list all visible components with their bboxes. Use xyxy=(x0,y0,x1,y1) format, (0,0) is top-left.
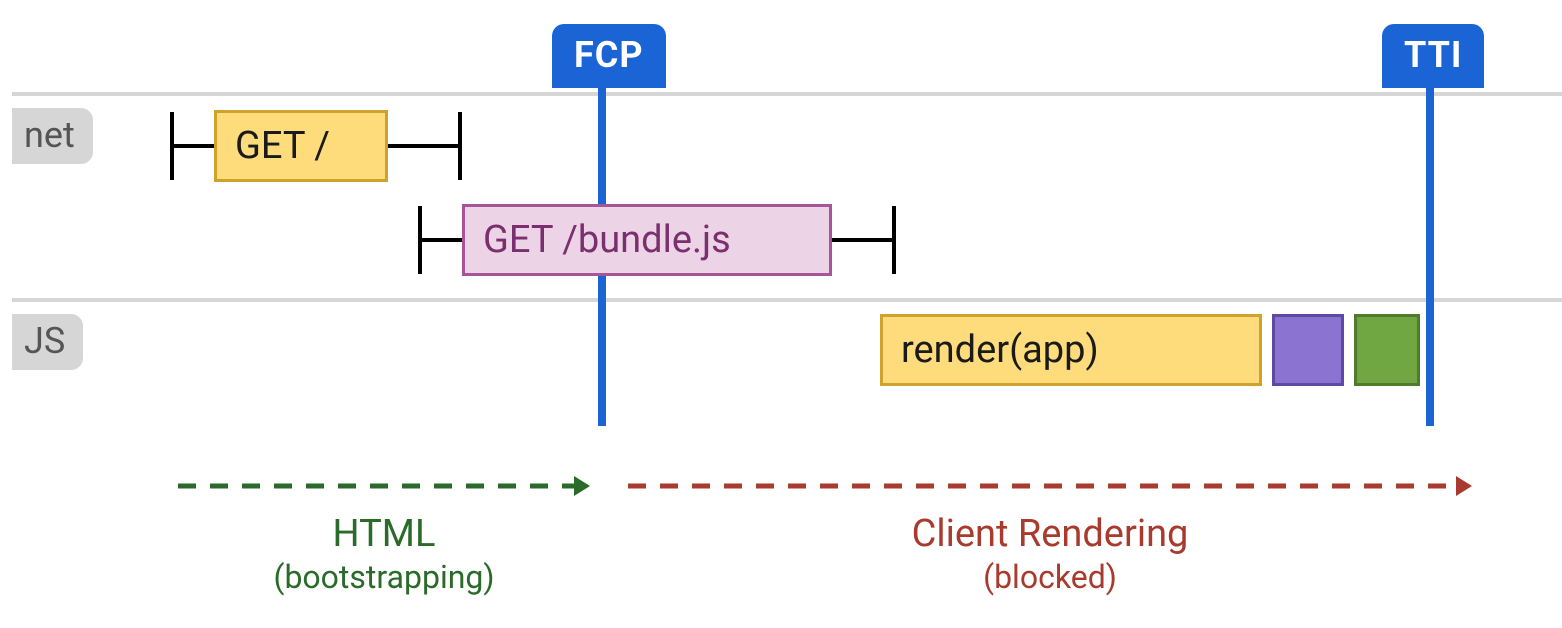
task-get-root: GET / xyxy=(214,110,388,182)
lane-label-js-text: JS xyxy=(24,320,65,362)
phase-html-sub: (bootstrapping) xyxy=(178,558,590,596)
task-render-app: render(app) xyxy=(880,314,1262,386)
marker-fcp: FCP xyxy=(552,24,666,88)
task-get-root-text: GET / xyxy=(235,124,330,168)
diagram-stage: net JS FCP TTI GET / GET /bundle.js rend… xyxy=(0,0,1562,628)
lane-rule-js xyxy=(12,298,1562,302)
get-bundle-tail-line xyxy=(832,238,894,242)
task-get-bundle-text: GET /bundle.js xyxy=(483,218,731,262)
phase-html-label-text: HTML xyxy=(333,512,436,556)
task-render-app-text: render(app) xyxy=(901,328,1099,372)
get-bundle-tail-tick xyxy=(892,206,896,274)
marker-line-tti xyxy=(1426,85,1434,426)
marker-tti: TTI xyxy=(1382,24,1484,88)
lane-rule-net xyxy=(12,92,1562,96)
get-root-lead-line xyxy=(170,144,214,148)
task-get-bundle: GET /bundle.js xyxy=(462,204,832,276)
phase-client-sub-text: (blocked) xyxy=(983,558,1117,596)
phase-html-label: HTML xyxy=(178,512,590,556)
get-root-tail-tick xyxy=(458,112,462,180)
lane-label-net-text: net xyxy=(24,114,75,156)
phase-client-label: Client Rendering xyxy=(628,512,1472,556)
lane-label-js: JS xyxy=(12,314,83,370)
lane-label-net: net xyxy=(12,108,93,164)
marker-fcp-label: FCP xyxy=(574,34,644,76)
get-bundle-lead-line xyxy=(418,238,462,242)
phase-arrow-client xyxy=(628,472,1472,500)
phase-arrow-html xyxy=(178,472,590,500)
task-purple-block xyxy=(1272,314,1344,386)
phase-client-sub: (blocked) xyxy=(628,558,1472,596)
get-root-tail-line xyxy=(388,144,460,148)
phase-html-sub-text: (bootstrapping) xyxy=(274,558,495,596)
phase-client-label-text: Client Rendering xyxy=(912,512,1189,556)
marker-tti-label: TTI xyxy=(1404,34,1462,76)
task-green-block xyxy=(1354,314,1420,386)
